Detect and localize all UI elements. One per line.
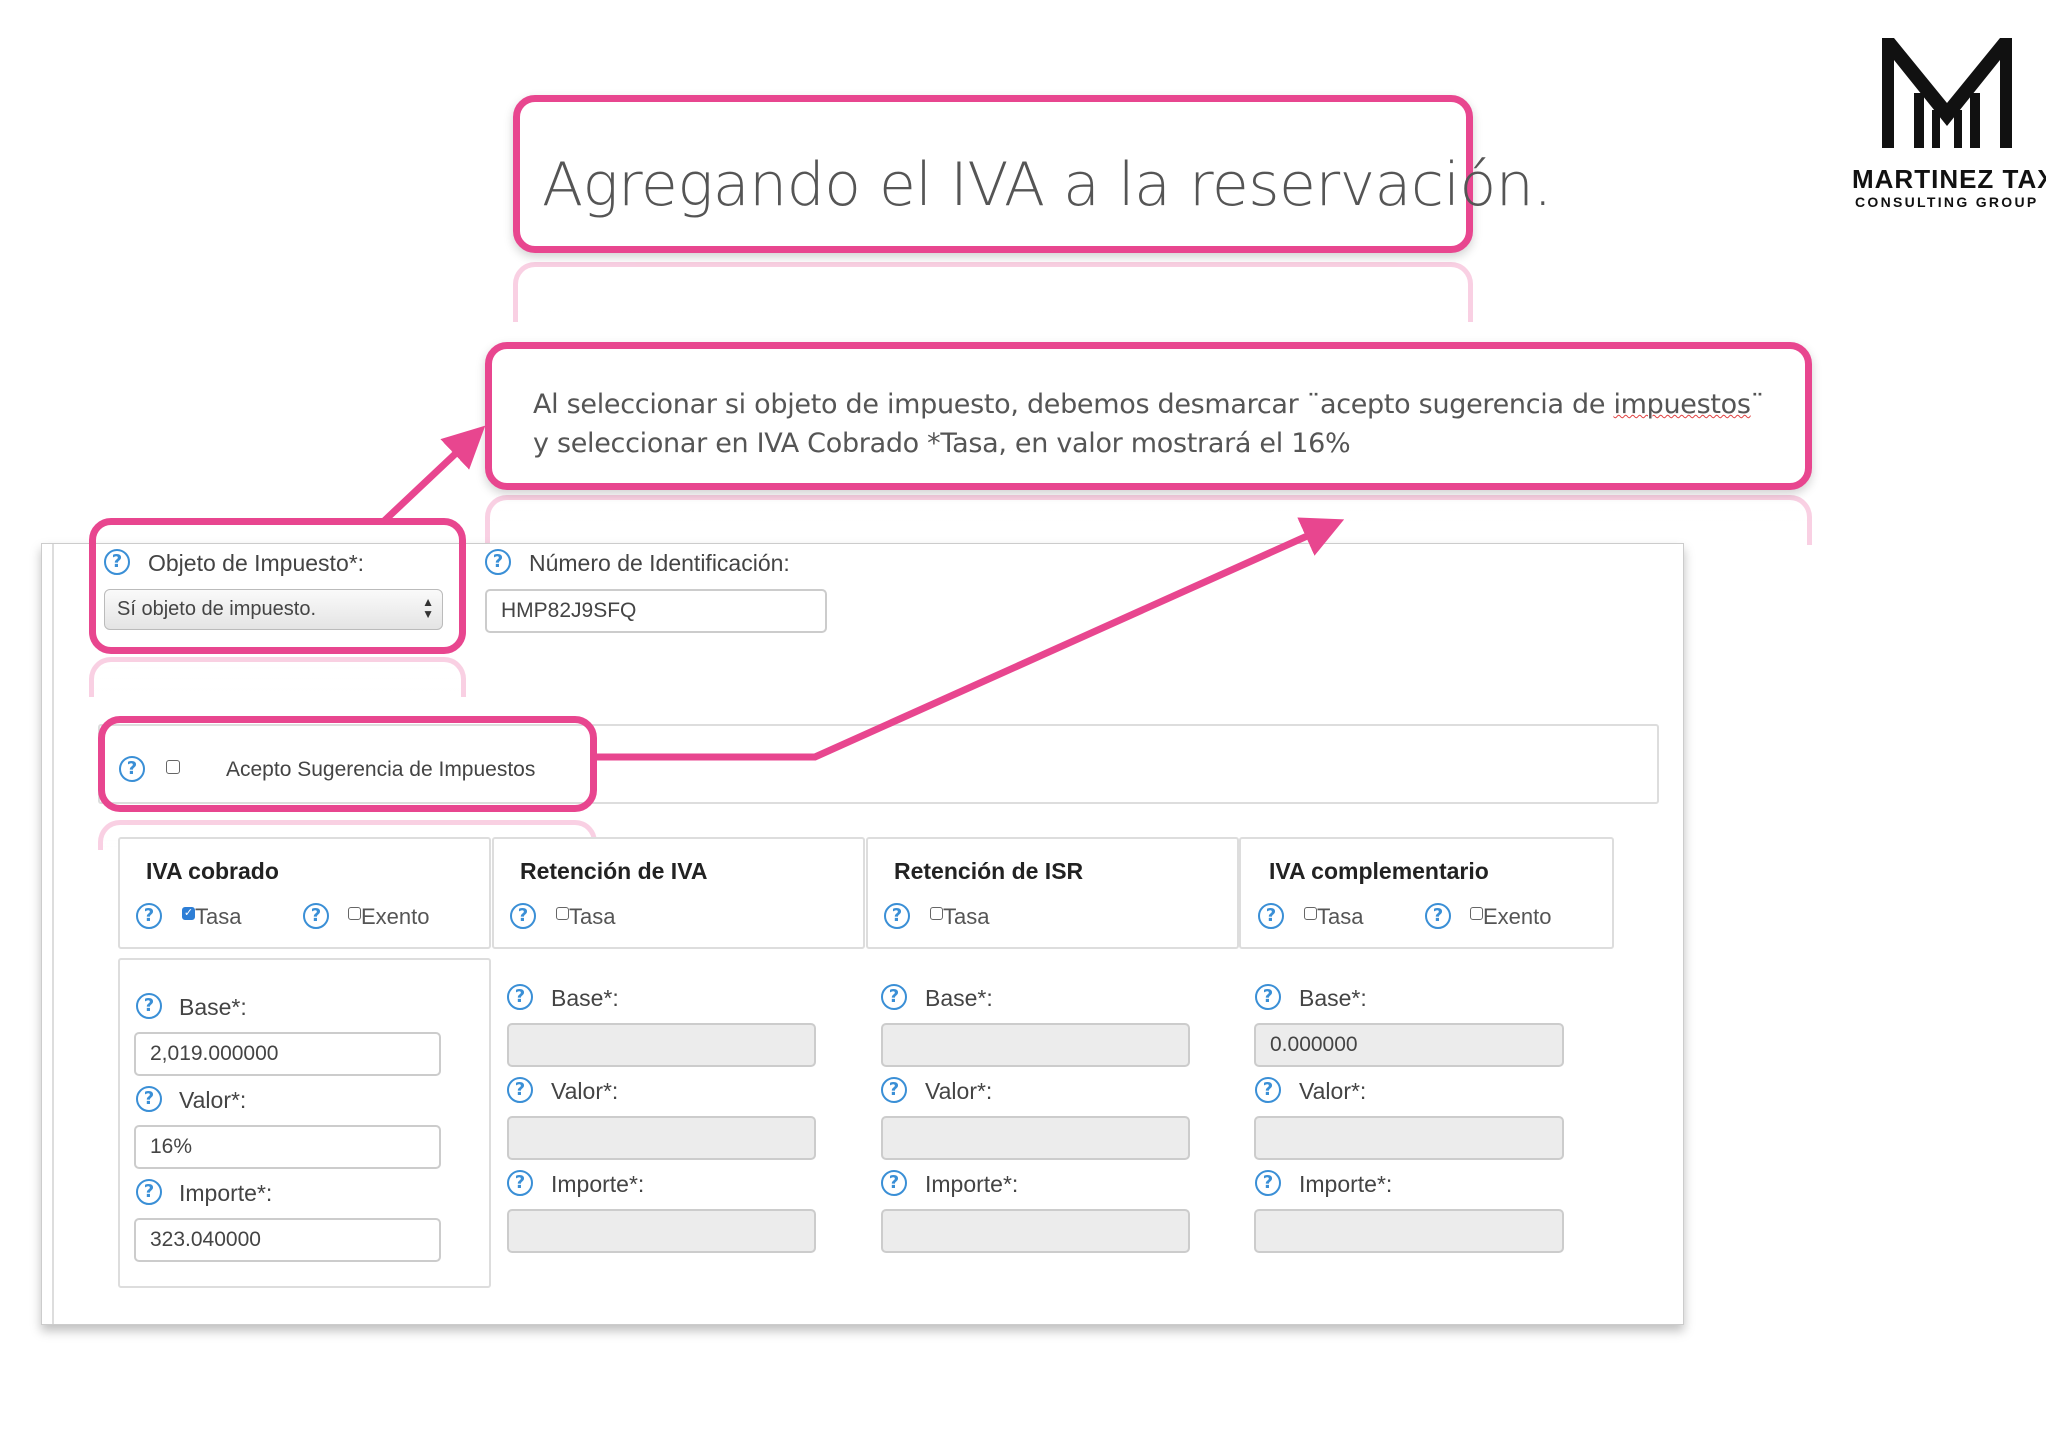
- iva-complementario-header: IVA complementario ? Tasa ? Exento: [1239, 837, 1614, 949]
- retencion-iva-tasa-help-icon[interactable]: ?: [510, 903, 536, 929]
- objeto-highlight-box: [89, 518, 466, 654]
- iva-complementario-tasa-label: Tasa: [1317, 904, 1364, 929]
- numero-label: Número de Identificación:: [529, 550, 790, 576]
- callout-line1-c: ¨: [1750, 389, 1765, 420]
- iva-cobrado-valor-label: Valor*:: [179, 1087, 247, 1113]
- retencion-isr-base-label: Base*:: [925, 985, 993, 1011]
- callout-box-reflection: [485, 495, 1812, 545]
- retencion-isr-valor-label: Valor*:: [925, 1078, 993, 1104]
- retencion-iva-importe-help-icon[interactable]: ?: [507, 1170, 533, 1196]
- callout-box: Al seleccionar si objeto de impuesto, de…: [485, 342, 1812, 490]
- retencion-isr-base-help-icon[interactable]: ?: [881, 984, 907, 1010]
- objeto-box-reflection: [89, 657, 466, 697]
- numero-help-icon[interactable]: ?: [485, 549, 511, 575]
- retencion-iva-tasa-checkbox[interactable]: [556, 907, 569, 920]
- numero-input[interactable]: HMP82J9SFQ: [485, 589, 827, 633]
- iva-complementario-base-input[interactable]: 0.000000: [1254, 1023, 1564, 1067]
- iva-cobrado-tasa-label: Tasa: [195, 904, 242, 929]
- retencion-iva-valor-input[interactable]: [507, 1116, 816, 1160]
- iva-complementario-importe-input[interactable]: [1254, 1209, 1564, 1253]
- iva-cobrado-importe-help-icon[interactable]: ?: [136, 1179, 162, 1205]
- iva-cobrado-header: IVA cobrado ? ✓ Tasa ? Exento: [118, 837, 491, 949]
- logo-line2: CONSULTING GROUP: [1855, 194, 2039, 210]
- retencion-isr-title: Retención de ISR: [894, 858, 1084, 884]
- iva-complementario-tasa-help-icon[interactable]: ?: [1258, 903, 1284, 929]
- logo-line1: MARTINEZ TAX: [1852, 164, 2046, 194]
- iva-complementario-valor-label: Valor*:: [1299, 1078, 1367, 1104]
- retencion-iva-base-label: Base*:: [551, 985, 619, 1011]
- retencion-isr-valor-help-icon[interactable]: ?: [881, 1077, 907, 1103]
- iva-cobrado-exento-help-icon[interactable]: ?: [303, 903, 329, 929]
- iva-complementario-exento-label: Exento: [1483, 904, 1552, 929]
- callout-text: Al seleccionar si objeto de impuesto, de…: [533, 385, 1793, 463]
- select-arrows-icon: ▲ ▼: [422, 595, 434, 621]
- iva-complementario-base-label: Base*:: [1299, 985, 1367, 1011]
- iva-cobrado-importe-input[interactable]: 323.040000: [134, 1218, 441, 1262]
- retencion-isr-tasa-label: Tasa: [943, 904, 990, 929]
- retencion-iva-base-input[interactable]: [507, 1023, 816, 1067]
- callout-line1-a: Al seleccionar si objeto de impuesto, de…: [533, 389, 1614, 420]
- retencion-iva-valor-label: Valor*:: [551, 1078, 619, 1104]
- retencion-iva-title: Retención de IVA: [520, 858, 708, 884]
- retencion-isr-tasa-help-icon[interactable]: ?: [884, 903, 910, 929]
- iva-cobrado-valor-input[interactable]: 16%: [134, 1125, 441, 1169]
- retencion-iva-header: Retención de IVA ? Tasa: [492, 837, 865, 949]
- acepto-checkbox[interactable]: [166, 760, 180, 774]
- acepto-label: Acepto Sugerencia de Impuestos: [226, 758, 536, 781]
- acepto-help-icon[interactable]: ?: [119, 756, 145, 782]
- page-title: Agregando el IVA a la reservación.: [542, 150, 1552, 220]
- iva-complementario-exento-checkbox[interactable]: [1470, 907, 1483, 920]
- iva-cobrado-tasa-checkbox[interactable]: ✓: [182, 907, 195, 920]
- logo-monogram-icon: [1882, 38, 2012, 148]
- objeto-help-icon[interactable]: ?: [104, 549, 130, 575]
- title-box-reflection: [513, 262, 1473, 322]
- iva-complementario-importe-help-icon[interactable]: ?: [1255, 1170, 1281, 1196]
- retencion-isr-header: Retención de ISR ? Tasa: [866, 837, 1239, 949]
- retencion-iva-base-help-icon[interactable]: ?: [507, 984, 533, 1010]
- iva-cobrado-base-help-icon[interactable]: ?: [136, 993, 162, 1019]
- iva-cobrado-tasa-help-icon[interactable]: ?: [136, 903, 162, 929]
- iva-complementario-importe-label: Importe*:: [1299, 1171, 1393, 1197]
- retencion-isr-importe-help-icon[interactable]: ?: [881, 1170, 907, 1196]
- iva-complementario-title: IVA complementario: [1269, 858, 1489, 884]
- iva-cobrado-exento-label: Exento: [361, 904, 430, 929]
- iva-cobrado-title: IVA cobrado: [146, 858, 279, 884]
- title-box: Agregando el IVA a la reservación.: [513, 95, 1552, 253]
- retencion-isr-importe-label: Importe*:: [925, 1171, 1019, 1197]
- retencion-iva-tasa-label: Tasa: [569, 904, 616, 929]
- retencion-iva-importe-input[interactable]: [507, 1209, 816, 1253]
- retencion-iva-importe-label: Importe*:: [551, 1171, 645, 1197]
- iva-cobrado-exento-checkbox[interactable]: [348, 907, 361, 920]
- retencion-iva-valor-help-icon[interactable]: ?: [507, 1077, 533, 1103]
- objeto-label: Objeto de Impuesto*:: [148, 550, 365, 576]
- iva-cobrado-valor-help-icon[interactable]: ?: [136, 1086, 162, 1112]
- objeto-select[interactable]: Sí objeto de impuesto. ▲ ▼: [104, 589, 443, 630]
- iva-cobrado-base-label: Base*:: [179, 994, 247, 1020]
- iva-complementario-exento-help-icon[interactable]: ?: [1425, 903, 1451, 929]
- retencion-isr-tasa-checkbox[interactable]: [930, 907, 943, 920]
- panel-left-border: [52, 544, 54, 1324]
- retencion-isr-valor-input[interactable]: [881, 1116, 1190, 1160]
- callout-line1-b: impuestos: [1613, 389, 1751, 420]
- iva-complementario-valor-help-icon[interactable]: ?: [1255, 1077, 1281, 1103]
- retencion-isr-base-input[interactable]: [881, 1023, 1190, 1067]
- arrow-objeto-to-callout: [380, 425, 486, 525]
- iva-complementario-tasa-checkbox[interactable]: [1304, 907, 1317, 920]
- iva-cobrado-base-input[interactable]: 2,019.000000: [134, 1032, 441, 1076]
- iva-complementario-base-help-icon[interactable]: ?: [1255, 984, 1281, 1010]
- iva-cobrado-importe-label: Importe*:: [179, 1180, 273, 1206]
- callout-line2: y seleccionar en IVA Cobrado *Tasa, en v…: [533, 428, 1351, 459]
- iva-complementario-valor-input[interactable]: [1254, 1116, 1564, 1160]
- objeto-select-value: Sí objeto de impuesto.: [117, 598, 317, 620]
- retencion-isr-importe-input[interactable]: [881, 1209, 1190, 1253]
- company-logo: MARTINEZ TAX CONSULTING GROUP: [1852, 38, 2046, 213]
